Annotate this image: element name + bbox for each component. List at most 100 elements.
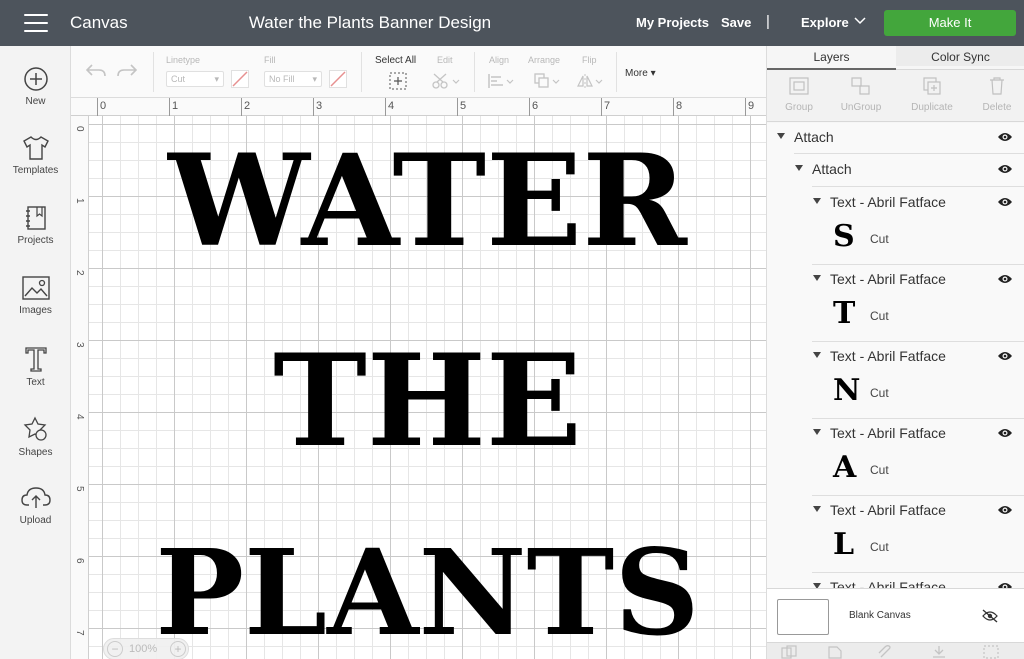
canvas-text-word-1[interactable]: WATER	[89, 138, 766, 264]
expand-arrow-icon[interactable]	[813, 352, 821, 358]
layer-text-4[interactable]: Text - Abril Fatface	[767, 419, 1024, 449]
ruler-tick	[385, 98, 386, 116]
fill-select[interactable]: No Fill ▾	[264, 71, 322, 87]
eye-icon[interactable]	[997, 131, 1013, 143]
sidebar-item-upload[interactable]: Upload	[0, 485, 71, 526]
ruler-number: 6	[532, 100, 539, 112]
sidebar-label: Shapes	[18, 447, 53, 458]
sidebar-label: Text	[26, 377, 45, 388]
sidebar-item-shapes[interactable]: Shapes	[0, 415, 71, 458]
layer-thumbnail: A	[833, 450, 857, 485]
group-button[interactable]: Group	[767, 76, 831, 113]
expand-arrow-icon[interactable]	[813, 506, 821, 512]
layer-text-3[interactable]: Text - Abril Fatface	[767, 342, 1024, 372]
ruler-tick	[169, 98, 170, 116]
attach-icon[interactable]	[877, 645, 893, 659]
flip-icon[interactable]	[576, 72, 604, 90]
layer-operation: Cut	[870, 540, 889, 554]
ruler-number: 4	[388, 100, 395, 112]
expand-arrow-icon[interactable]	[813, 198, 821, 204]
my-projects-link[interactable]: My Projects	[636, 15, 709, 30]
layer-divider	[794, 153, 1024, 154]
chevron-down-icon[interactable]	[854, 14, 866, 26]
sidebar-item-new[interactable]: New	[0, 66, 71, 107]
layer-tools: Group UnGroup Duplicate Delete	[767, 70, 1024, 122]
align-icon[interactable]	[487, 72, 515, 90]
layer-attach-inner[interactable]: Attach	[767, 155, 1024, 185]
eye-hidden-icon[interactable]	[981, 609, 999, 623]
linetype-label: Linetype	[166, 55, 201, 65]
layer-text-5[interactable]: Text - Abril Fatface	[767, 496, 1024, 526]
eye-icon[interactable]	[997, 196, 1013, 208]
group-icon	[789, 77, 809, 95]
layer-text-2[interactable]: Text - Abril Fatface	[767, 265, 1024, 295]
flatten-icon[interactable]	[931, 645, 947, 659]
expand-arrow-icon[interactable]	[777, 133, 785, 139]
edit-label: Edit	[437, 55, 453, 65]
design-canvas[interactable]: WATER THE PLANTS	[89, 116, 766, 659]
expand-arrow-icon[interactable]	[813, 275, 821, 281]
more-label: More	[625, 68, 648, 79]
linetype-select[interactable]: Cut ▾	[166, 71, 224, 87]
tshirt-icon	[22, 136, 49, 160]
layer-thumbnail: L	[833, 527, 855, 562]
ruler-number: 2	[244, 100, 251, 112]
canvas-text-word-2[interactable]: THE	[89, 338, 766, 464]
sidebar-label: Projects	[17, 235, 54, 246]
tool-label: UnGroup	[840, 102, 882, 113]
ungroup-button[interactable]: UnGroup	[829, 76, 893, 113]
contour-icon[interactable]	[983, 645, 999, 659]
tab-layers[interactable]: Layers	[767, 50, 896, 64]
layer-text-1[interactable]: Text - Abril Fatface	[767, 188, 1024, 218]
tab-color-sync[interactable]: Color Sync	[896, 46, 1024, 66]
scissors-icon[interactable]	[432, 72, 460, 90]
ruler-number: 5	[460, 100, 467, 112]
zoom-in-button[interactable]: +	[170, 641, 186, 657]
sidebar-item-images[interactable]: Images	[0, 275, 71, 316]
make-it-button[interactable]: Make It	[884, 10, 1016, 36]
redo-icon[interactable]	[116, 62, 138, 80]
linetype-color-swatch[interactable]	[231, 70, 249, 88]
flip-label: Flip	[582, 55, 597, 65]
eye-icon[interactable]	[997, 581, 1013, 588]
ruler-number: 3	[74, 342, 85, 348]
explore-menu[interactable]: Explore	[801, 15, 849, 30]
select-all-icon[interactable]	[389, 72, 407, 90]
slice-icon[interactable]	[781, 645, 797, 659]
blank-canvas-row[interactable]: Blank Canvas	[767, 588, 1024, 642]
layer-label: Text - Abril Fatface	[830, 348, 946, 364]
duplicate-button[interactable]: Duplicate	[900, 76, 964, 113]
select-all-label: Select All	[375, 55, 417, 66]
sidebar-label: Images	[19, 305, 52, 316]
chevron-down-icon: ▾	[312, 74, 317, 84]
layer-attach-outer[interactable]: Attach	[767, 123, 1024, 153]
toolbar-divider	[474, 52, 475, 92]
delete-button[interactable]: Delete	[965, 76, 1024, 113]
sidebar-item-text[interactable]: Text	[0, 345, 71, 388]
weld-icon[interactable]	[827, 645, 843, 659]
duplicate-icon	[923, 77, 941, 95]
undo-icon[interactable]	[85, 62, 107, 80]
more-menu[interactable]: More ▾	[625, 68, 656, 79]
eye-icon[interactable]	[997, 273, 1013, 285]
eye-icon[interactable]	[997, 350, 1013, 362]
sidebar-item-projects[interactable]: Projects	[0, 205, 71, 246]
canvas-text-word-3[interactable]: PLANTS	[89, 534, 766, 652]
shapes-icon	[23, 416, 47, 441]
layer-text-6[interactable]: Text - Abril Fatface	[767, 573, 1024, 588]
expand-arrow-icon[interactable]	[795, 165, 803, 171]
layer-operation: Cut	[870, 232, 889, 246]
toolbar-divider	[361, 52, 362, 92]
ruler-tick	[673, 98, 674, 116]
eye-icon[interactable]	[997, 504, 1013, 516]
expand-arrow-icon[interactable]	[813, 429, 821, 435]
zoom-out-button[interactable]: −	[107, 641, 123, 657]
blank-canvas-swatch[interactable]	[777, 599, 829, 635]
sidebar-item-templates[interactable]: Templates	[0, 135, 71, 176]
eye-icon[interactable]	[997, 427, 1013, 439]
arrange-label: Arrange	[528, 55, 561, 65]
save-button[interactable]: Save	[721, 15, 751, 30]
arrange-icon[interactable]	[533, 72, 561, 90]
fill-color-swatch[interactable]	[329, 70, 347, 88]
eye-icon[interactable]	[997, 163, 1013, 175]
